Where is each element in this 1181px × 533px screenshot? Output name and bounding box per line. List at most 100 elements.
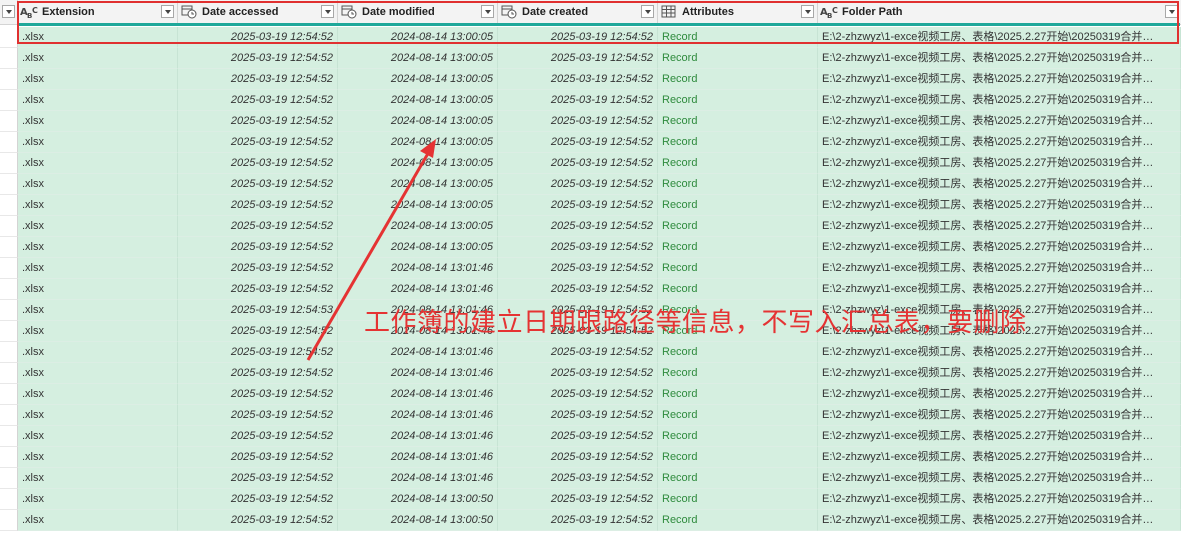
table-row[interactable]: .xlsx 2025-03-19 12:54:52 2024-08-14 13:00… [0, 90, 1181, 111]
filter-dropdown-folder-path[interactable] [1165, 5, 1178, 18]
filter-dropdown-date-modified[interactable] [481, 5, 494, 18]
cell-attr[interactable]: Record [658, 363, 818, 384]
table-row[interactable]: .xlsx 2025-03-19 12:54:52 2024-08-14 13:00… [0, 153, 1181, 174]
table-row[interactable]: .xlsx 2025-03-19 12:54:52 2024-08-14 13:00… [0, 111, 1181, 132]
row-selector[interactable] [0, 405, 18, 426]
row-selector[interactable] [0, 342, 18, 363]
cell-attr[interactable]: Record [658, 447, 818, 468]
table-row[interactable]: .xlsx 2025-03-19 12:54:52 2024-08-14 13:01… [0, 426, 1181, 447]
table-row[interactable]: .xlsx 2025-03-19 12:54:52 2024-08-14 13:00… [0, 174, 1181, 195]
table-row[interactable]: .xlsx 2025-03-19 12:54:52 2024-08-14 13:01… [0, 447, 1181, 468]
cell-path: E:\2-zhzwyz\1-exce视频工房、表格\2025.2.27开始\20… [818, 279, 1181, 300]
cell-cre: 2025-03-19 12:54:52 [498, 48, 658, 69]
cell-attr[interactable]: Record [658, 153, 818, 174]
cell-attr[interactable]: Record [658, 468, 818, 489]
cell-mod: 2024-08-14 13:01:46 [338, 342, 498, 363]
cell-attr[interactable]: Record [658, 48, 818, 69]
cell-attr[interactable]: Record [658, 489, 818, 510]
table-row[interactable]: .xlsx 2025-03-19 12:54:52 2024-08-14 13:01… [0, 279, 1181, 300]
cell-attr[interactable]: Record [658, 405, 818, 426]
row-selector[interactable] [0, 363, 18, 384]
row-selector[interactable] [0, 69, 18, 90]
table-row[interactable]: .xlsx 2025-03-19 12:54:52 2024-08-14 13:00… [0, 216, 1181, 237]
cell-ext: .xlsx [18, 384, 178, 405]
cell-attr[interactable]: Record [658, 279, 818, 300]
cell-cre: 2025-03-19 12:54:52 [498, 342, 658, 363]
filter-dropdown-date-accessed[interactable] [321, 5, 334, 18]
table-row[interactable]: .xlsx 2025-03-19 12:54:52 2024-08-14 13:00… [0, 237, 1181, 258]
cell-attr[interactable]: Record [658, 195, 818, 216]
row-selector[interactable] [0, 489, 18, 510]
table-row[interactable]: .xlsx 2025-03-19 12:54:52 2024-08-14 13:00… [0, 69, 1181, 90]
cell-attr[interactable]: Record [658, 90, 818, 111]
cell-attr[interactable]: Record [658, 237, 818, 258]
cell-acc: 2025-03-19 12:54:52 [178, 426, 338, 447]
table-row[interactable]: .xlsx 2025-03-19 12:54:52 2024-08-14 13:01… [0, 405, 1181, 426]
cell-attr[interactable]: Record [658, 384, 818, 405]
table-menu-dropdown[interactable] [2, 5, 15, 18]
row-selector[interactable] [0, 132, 18, 153]
cell-attr[interactable]: Record [658, 27, 818, 48]
column-header-folder-path[interactable]: ABC Folder Path [818, 0, 1181, 24]
datetime-type-icon[interactable] [180, 4, 198, 20]
cell-cre: 2025-03-19 12:54:52 [498, 468, 658, 489]
row-selector[interactable] [0, 426, 18, 447]
cell-attr[interactable]: Record [658, 342, 818, 363]
table-row[interactable]: .xlsx 2025-03-19 12:54:52 2024-08-14 13:00… [0, 510, 1181, 531]
table-row[interactable]: .xlsx 2025-03-19 12:54:52 2024-08-14 13:00… [0, 132, 1181, 153]
table-type-icon[interactable] [660, 4, 678, 20]
cell-attr[interactable]: Record [658, 132, 818, 153]
abc-type-icon[interactable]: ABC [20, 4, 38, 20]
row-selector[interactable] [0, 216, 18, 237]
cell-ext: .xlsx [18, 69, 178, 90]
table-row[interactable]: .xlsx 2025-03-19 12:54:52 2024-08-14 13:00… [0, 48, 1181, 69]
column-header-date-modified[interactable]: Date modified [338, 0, 498, 24]
table-row[interactable]: .xlsx 2025-03-19 12:54:52 2024-08-14 13:01… [0, 258, 1181, 279]
column-label-extension: Extension [42, 6, 95, 18]
row-selector[interactable] [0, 447, 18, 468]
datetime-type-icon[interactable] [340, 4, 358, 20]
table-row[interactable]: .xlsx 2025-03-19 12:54:52 2024-08-14 13:01… [0, 468, 1181, 489]
filter-dropdown-date-created[interactable] [641, 5, 654, 18]
abc-type-icon[interactable]: ABC [820, 4, 838, 20]
cell-attr[interactable]: Record [658, 510, 818, 531]
row-selector[interactable] [0, 258, 18, 279]
column-header-date-created[interactable]: Date created [498, 0, 658, 24]
table-row[interactable]: .xlsx 2025-03-19 12:54:52 2024-08-14 13:01… [0, 384, 1181, 405]
row-selector[interactable] [0, 384, 18, 405]
row-selector[interactable] [0, 27, 18, 48]
row-selector[interactable] [0, 111, 18, 132]
column-header-attributes[interactable]: Attributes [658, 0, 818, 24]
cell-attr[interactable]: Record [658, 174, 818, 195]
column-label-date-accessed: Date accessed [202, 6, 279, 18]
table-row[interactable]: .xlsx 2025-03-19 12:54:52 2024-08-14 13:01… [0, 342, 1181, 363]
cell-acc: 2025-03-19 12:54:52 [178, 489, 338, 510]
row-selector[interactable] [0, 174, 18, 195]
row-selector[interactable] [0, 321, 18, 342]
table-row[interactable]: .xlsx 2025-03-19 12:54:52 2024-08-14 13:00… [0, 195, 1181, 216]
cell-attr[interactable]: Record [658, 258, 818, 279]
cell-attr[interactable]: Record [658, 426, 818, 447]
row-selector[interactable] [0, 237, 18, 258]
expand-column-icon[interactable] [801, 5, 814, 18]
cell-attr[interactable]: Record [658, 216, 818, 237]
row-selector[interactable] [0, 510, 18, 531]
filter-dropdown-extension[interactable] [161, 5, 174, 18]
row-selector[interactable] [0, 48, 18, 69]
column-header-extension[interactable]: ABC Extension [18, 0, 178, 24]
table-row[interactable]: .xlsx 2025-03-19 12:54:52 2024-08-14 13:01… [0, 363, 1181, 384]
row-selector[interactable] [0, 300, 18, 321]
row-selector[interactable] [0, 468, 18, 489]
row-selector[interactable] [0, 153, 18, 174]
row-selector[interactable] [0, 195, 18, 216]
cell-attr[interactable]: Record [658, 111, 818, 132]
column-header-date-accessed[interactable]: Date accessed [178, 0, 338, 24]
row-selector-header[interactable] [0, 0, 18, 24]
row-selector[interactable] [0, 90, 18, 111]
cell-cre: 2025-03-19 12:54:52 [498, 174, 658, 195]
cell-attr[interactable]: Record [658, 69, 818, 90]
table-row[interactable]: .xlsx 2025-03-19 12:54:52 2024-08-14 13:00… [0, 489, 1181, 510]
row-selector[interactable] [0, 279, 18, 300]
datetime-type-icon[interactable] [500, 4, 518, 20]
table-row[interactable]: .xlsx 2025-03-19 12:54:52 2024-08-14 13:00… [0, 27, 1181, 48]
